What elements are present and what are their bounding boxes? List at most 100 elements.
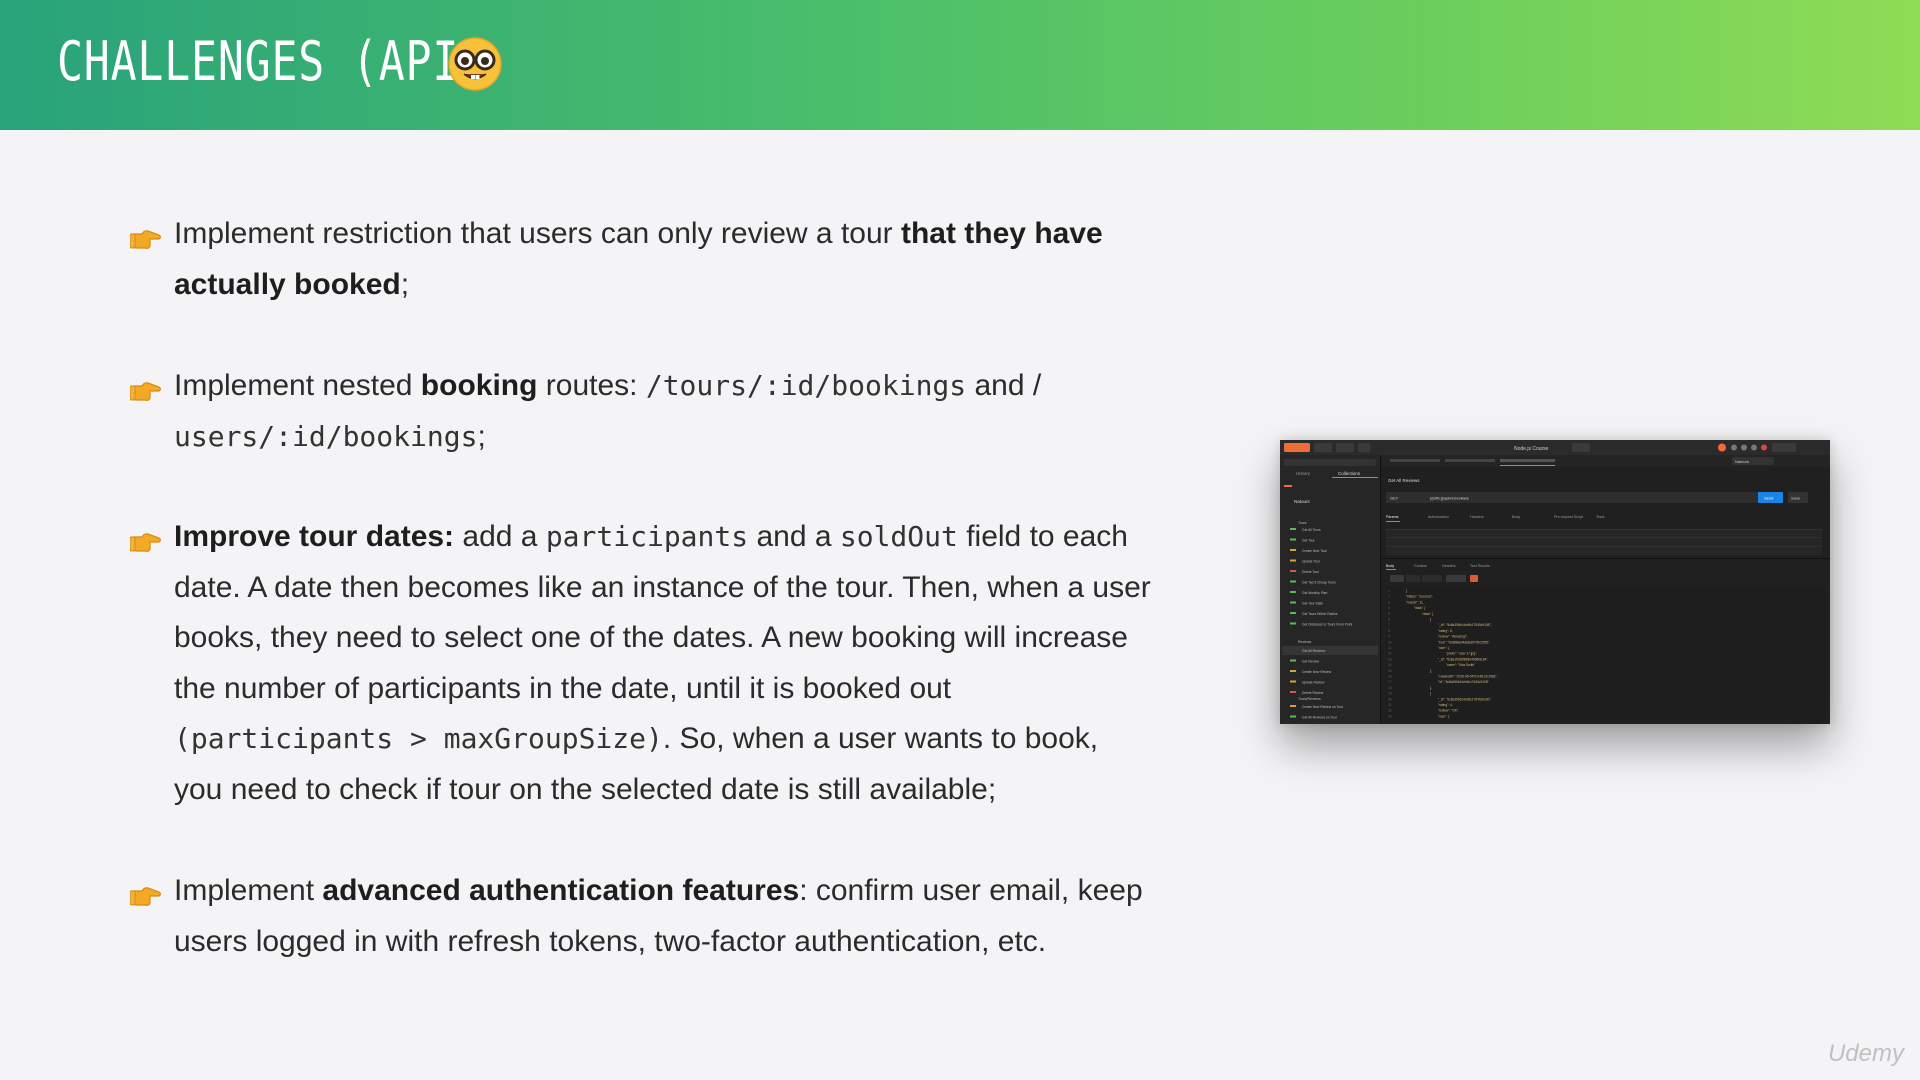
line-number: 8 [1388,629,1390,633]
bullet-text: users logged in with refresh tokens, two… [174,924,1047,958]
postman-sidebar [1280,455,1380,724]
line-number: 12 [1388,652,1392,656]
pointing-hand-icon [130,230,162,249]
json-line: "id": "5c8a355b14eb5c17645c9108" [1438,680,1489,684]
line-number: 3 [1388,600,1390,604]
bullet-bold-text: booking [420,369,538,402]
bullet-text: date. A date then becomes like an instan… [174,570,1151,604]
svg-text:Save: Save [1791,496,1801,501]
inline-code: /tours/:id/bookings [645,369,967,402]
request-name: Get All Reviews [1388,478,1420,483]
pointing-hand-icon [130,887,162,906]
line-number: 13 [1388,657,1392,661]
method-select: GET [1390,496,1399,501]
sidebar-item: Get Tour [1302,539,1315,543]
sidebar-method-badge [1290,705,1296,707]
inline-code: (participants > maxGroupSize) [174,722,663,755]
line-number: 22 [1388,709,1392,713]
json-line: "rating": 4, [1438,703,1453,707]
line-number: 21 [1388,703,1392,707]
bullet-text: routes: [537,369,646,402]
bullet-text: Implement nested [174,369,421,402]
line-number: 15 [1388,669,1392,673]
sidebar-item-selected [1282,646,1378,655]
sidebar-item: Get Top 5 Cheap Tours [1302,581,1336,585]
sidebar-item: Get Monthly Plan [1302,591,1327,595]
bullet-bold-text: that they have [900,217,1103,250]
sidebar-item: Get Tour Stats [1302,602,1323,606]
line-number: 17 [1388,680,1392,684]
svg-text:History: History [1296,471,1311,476]
response-tab: Headers [1442,564,1456,568]
sidebar-method-badge [1290,601,1296,604]
bullet-text: and / [966,369,1042,402]
line-number: 2 [1388,595,1390,599]
line-number: 19 [1388,692,1392,696]
line-number: 7 [1388,623,1390,627]
line-number: 23 [1388,714,1392,718]
json-line: "review": "OK", [1438,709,1459,713]
sidebar-method-badge [1290,622,1296,625]
bullet-text: Implement [174,874,323,907]
request-tab: Pre-request Script [1554,515,1583,519]
request-tab: Headers [1470,515,1484,519]
sidebar-item: Update Review [1302,681,1325,685]
bullet-text: Implement restriction that users can onl… [174,217,901,250]
sidebar-item: Create New Review on Tour [1302,705,1344,709]
sidebar-method-badge [1290,670,1296,672]
sidebar-item: Get All Tours [1302,528,1321,532]
svg-text:Collections: Collections [1338,471,1361,476]
json-line: "tour": "5c88fa8cf4afda39709c2955", [1438,640,1490,644]
json-line: }, [1430,686,1432,690]
sidebar-item: Update Tour [1302,560,1321,564]
svg-text:Natours: Natours [1294,499,1311,504]
bullet-text: : confirm user email, keep [799,874,1143,907]
runner-button [1336,443,1354,452]
bullet-text: add a [454,520,546,553]
svg-text:Natours: Natours [1735,459,1749,464]
line-number: 14 [1388,663,1392,667]
json-line: "review": "Amazing!", [1438,635,1468,639]
json-line: "user": { [1438,646,1450,650]
line-number: 4 [1388,606,1390,610]
bullet-text: ; [400,267,410,301]
sidebar-method-badge [1290,691,1296,693]
svg-text:Tours: Tours [1298,521,1307,525]
bullet-text: you need to check if tour on the selecte… [174,772,997,806]
json-line: "data": { [1414,606,1426,610]
json-line: }, [1430,669,1432,673]
request-tab: Body [1512,515,1520,519]
line-number: 16 [1388,675,1392,679]
bullet-text: and a [748,520,840,553]
sidebar-method-badge [1290,659,1296,662]
json-line: "data": [ [1422,612,1433,616]
sidebar-item: Get Distances to Tours From Point [1302,623,1352,627]
sidebar-item: Get Tours Within Radius [1302,612,1338,616]
sidebar-method-badge [1290,549,1296,551]
json-line: "_id": "5c8a1f292f8fb814b56fa184", [1438,657,1488,661]
json-line: "results": 11, [1406,600,1424,604]
slide-header: CHALLENGES (API) [0,0,1920,130]
json-line: "photo": "user-17.jpg", [1446,652,1477,656]
json-line: "name": "Max Smith" [1446,663,1475,667]
sidebar-item: Delete Review [1302,691,1324,695]
postman-screenshot: Node.js Course History Collections Natou… [1280,440,1830,724]
json-line: "rating": 5, [1438,629,1453,633]
sidebar-method-badge [1290,680,1296,683]
json-line: "createdAt": "2019-05-04T14:48:26.298Z", [1438,675,1498,679]
bullet-bold-text: advanced authentication features [322,874,800,907]
json-line: "user": { [1438,714,1450,718]
request-tab: Authorization [1428,515,1449,519]
sidebar-method-badge [1290,591,1296,593]
nerd-face-icon [448,37,502,91]
new-button [1284,443,1310,452]
bullet-text: books, they need to select one of the da… [174,621,1128,654]
line-number: 9 [1388,635,1390,639]
request-tab: Params [1386,515,1399,519]
svg-text:Tours/Reviews: Tours/Reviews [1298,697,1321,701]
line-number: 1 [1388,589,1390,593]
udemy-watermark: Udemy [1827,1040,1904,1067]
line-number: 18 [1388,686,1392,690]
inline-code: participants [545,520,749,553]
sidebar-method-badge [1290,715,1296,718]
